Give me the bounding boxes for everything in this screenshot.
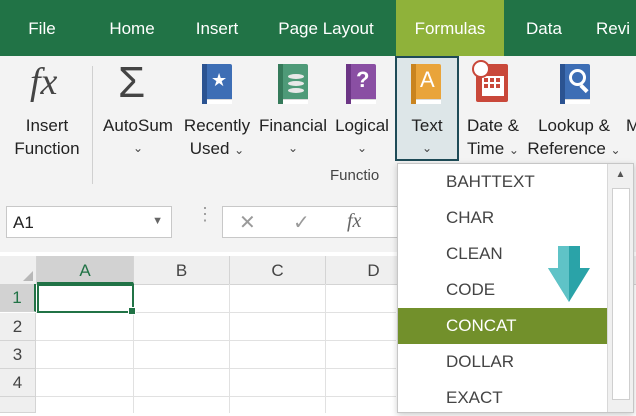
fx-icon: fx (30, 61, 58, 103)
lookup-reference-button[interactable]: Lookup & Reference ⌄ (526, 56, 622, 168)
logical-button[interactable]: ? Logical ⌄ (332, 56, 392, 168)
insert-function-icon[interactable]: fx (347, 210, 361, 233)
lookup-label-2: Reference (527, 139, 606, 158)
column-header-b[interactable]: B (134, 256, 230, 284)
tab-formulas[interactable]: Formulas (396, 0, 504, 56)
function-library-group-label: Functio (330, 167, 380, 184)
recently-used-label-1: Recently (183, 116, 251, 135)
financial-label: Financial (258, 116, 328, 135)
coins-book-icon (278, 64, 308, 104)
lookup-label-1: Lookup & (538, 116, 610, 135)
insert-function-label-2: Function (14, 139, 80, 158)
cancel-icon[interactable]: ✕ (239, 210, 256, 235)
function-item-exact[interactable]: EXACT (398, 380, 608, 416)
scrollbar-thumb[interactable] (612, 188, 630, 400)
enter-icon[interactable]: ✓ (293, 210, 310, 235)
star-book-icon: ★ (202, 64, 232, 104)
chevron-down-icon: ⌄ (421, 141, 433, 155)
magnifier-book-icon (560, 64, 590, 104)
text-label: Text (411, 116, 443, 135)
dropdown-scrollbar[interactable]: ▲ (607, 164, 633, 412)
text-button[interactable]: A Text ⌄ (395, 56, 459, 161)
name-box[interactable]: A1 ▼ (6, 206, 172, 238)
chevron-down-icon: ⌄ (234, 143, 245, 157)
chevron-down-icon: ⌄ (356, 141, 368, 155)
row-header-5[interactable] (0, 397, 36, 413)
row-header-1[interactable]: 1 (0, 284, 36, 312)
ribbon-tab-bar: File Home Insert Page Layout Formulas Da… (0, 0, 636, 56)
formula-bar-buttons: ✕ ✓ fx (222, 206, 412, 238)
scroll-up-icon[interactable]: ▲ (608, 164, 633, 186)
function-item-concat[interactable]: CONCAT (398, 308, 608, 344)
name-box-value: A1 (13, 213, 34, 232)
column-header-a[interactable]: A (37, 256, 134, 284)
chevron-down-icon: ⌄ (287, 141, 299, 155)
chevron-down-icon: ⌄ (610, 143, 621, 157)
date-time-label-2: Time (467, 139, 505, 158)
insert-function-label-1: Insert (25, 116, 69, 135)
insert-function-button[interactable]: fx Insert Function (4, 56, 90, 168)
gridline (229, 284, 230, 413)
logical-label: Logical (335, 116, 389, 135)
column-header-c[interactable]: C (230, 256, 326, 284)
tab-file[interactable]: File (12, 0, 72, 56)
chevron-down-icon[interactable]: ▼ (152, 215, 163, 227)
tab-home[interactable]: Home (92, 0, 172, 56)
down-arrow-icon (548, 246, 590, 302)
gridline (36, 340, 396, 341)
financial-button[interactable]: Financial ⌄ (256, 56, 330, 168)
sigma-icon: Σ (118, 58, 146, 107)
gridline (36, 396, 396, 397)
text-functions-dropdown: BAHTTEXT CHAR CLEAN CODE CONCAT DOLLAR E… (397, 163, 634, 413)
chevron-down-icon: ⌄ (508, 143, 519, 157)
question-book-icon: ? (346, 64, 376, 104)
more-functions-label: M (626, 116, 636, 135)
calendar-clock-icon (472, 60, 508, 102)
recently-used-button[interactable]: ★ Recently Used ⌄ (180, 56, 254, 168)
autosum-button[interactable]: Σ AutoSum ⌄ (98, 56, 178, 168)
text-book-icon: A (411, 64, 441, 104)
function-item-char[interactable]: CHAR (398, 200, 608, 236)
more-functions-button[interactable]: M (626, 56, 636, 168)
active-cell-a1[interactable] (37, 284, 136, 315)
row-header-2[interactable]: 2 (0, 313, 36, 341)
drag-handle-icon[interactable]: ⋮ (196, 205, 214, 223)
tab-data[interactable]: Data (515, 0, 573, 56)
date-time-label-1: Date & (467, 116, 519, 135)
tab-insert[interactable]: Insert (182, 0, 252, 56)
select-all-corner[interactable] (0, 256, 37, 284)
recently-used-label-2: Used (189, 139, 230, 158)
date-time-button[interactable]: Date & Time ⌄ (462, 56, 524, 168)
tab-page-layout[interactable]: Page Layout (268, 0, 384, 56)
ribbon-separator (92, 66, 93, 184)
chevron-down-icon: ⌄ (132, 141, 144, 155)
fill-handle[interactable] (128, 307, 136, 315)
tab-review[interactable]: Revi (596, 0, 636, 56)
row-header-3[interactable]: 3 (0, 341, 36, 369)
gridline (36, 368, 396, 369)
autosum-label: AutoSum (103, 116, 173, 135)
row-header-4[interactable]: 4 (0, 369, 36, 397)
gridline (325, 284, 326, 413)
function-item-bahttext[interactable]: BAHTTEXT (398, 164, 608, 200)
function-item-dollar[interactable]: DOLLAR (398, 344, 608, 380)
